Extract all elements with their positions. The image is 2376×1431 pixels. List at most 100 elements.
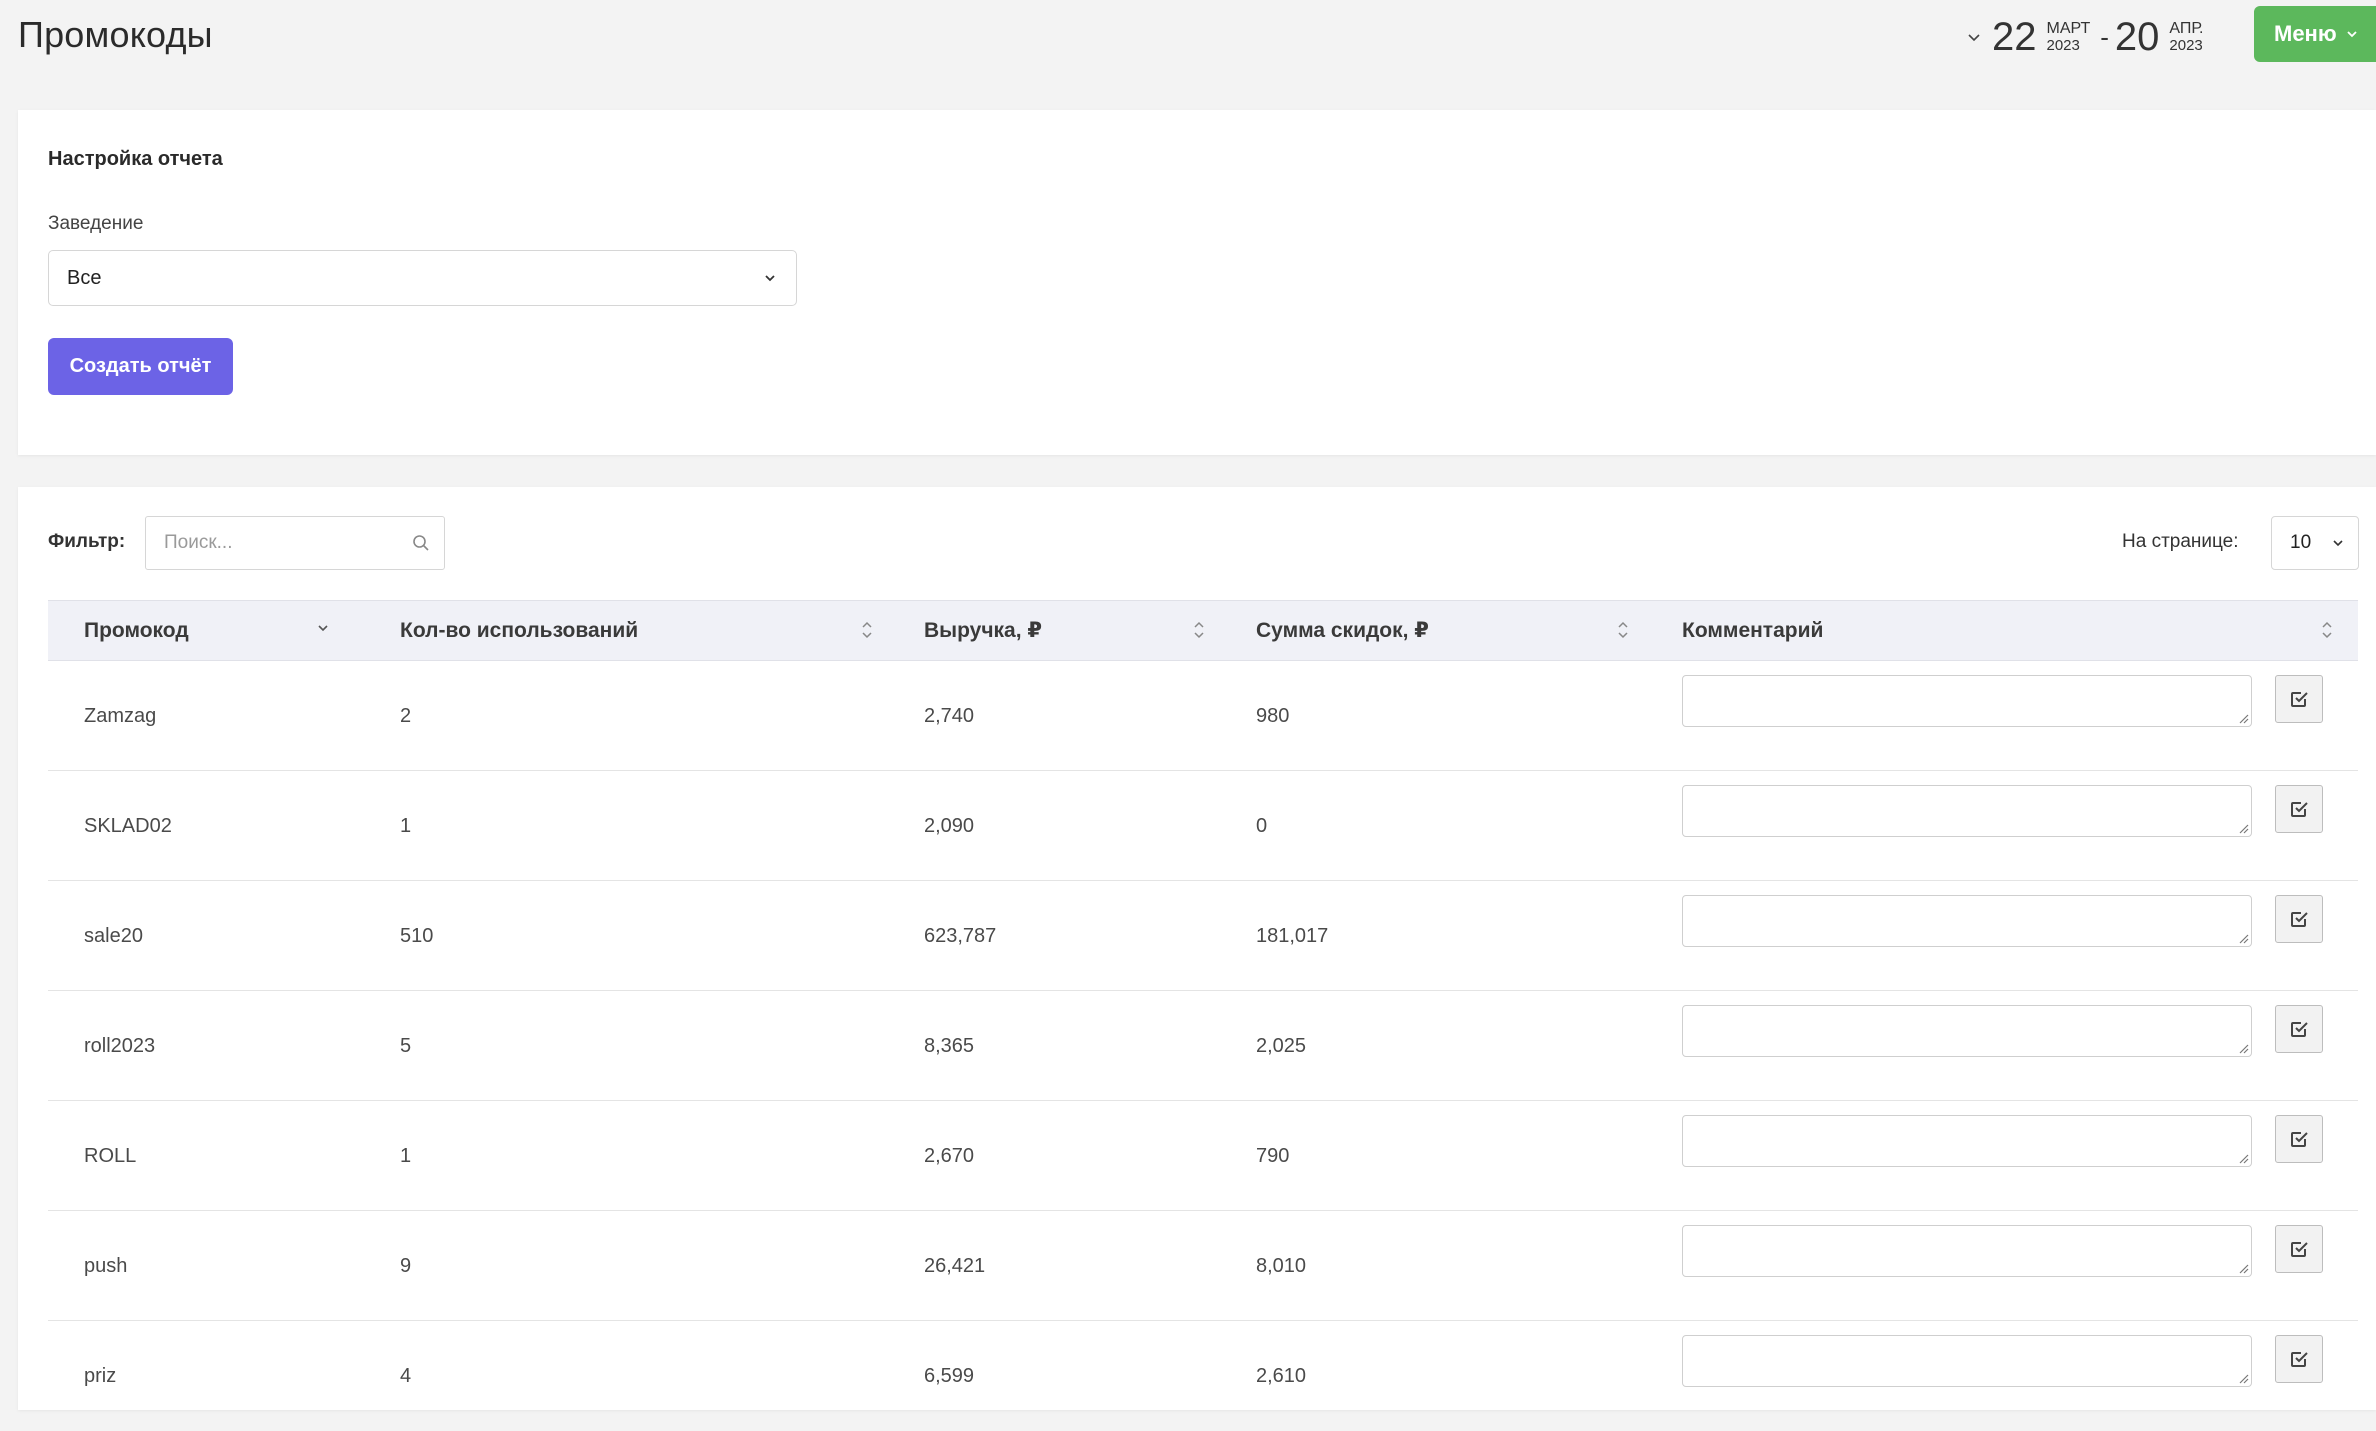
comment-textarea[interactable] (1682, 1005, 2252, 1057)
sort-icon[interactable] (1616, 619, 1630, 641)
sort-icon[interactable] (2320, 619, 2334, 641)
revenue-cell: 2,740 (924, 704, 975, 727)
discounts-cell: 790 (1256, 1144, 1290, 1167)
revenue-cell: 26,421 (924, 1254, 986, 1277)
save-comment-button[interactable] (2275, 1115, 2323, 1163)
check-square-icon (2291, 1132, 2308, 1147)
date-separator: - (2100, 21, 2109, 52)
table-row: priz 4 6,599 2,610 (48, 1321, 2358, 1431)
search-box (145, 516, 445, 570)
resize-grip-icon[interactable] (2237, 1372, 2249, 1384)
chevron-down-icon (2333, 540, 2343, 547)
venue-label: Заведение (48, 213, 144, 234)
table-row: SKLAD02 1 2,090 0 (48, 771, 2358, 881)
search-input[interactable] (164, 532, 412, 554)
comment-textarea[interactable] (1682, 1115, 2252, 1167)
column-header-discounts[interactable]: Сумма скидок, ₽ (1256, 601, 1429, 660)
filter-label: Фильтр: (48, 531, 126, 552)
report-settings-card: Настройка отчета Заведение Все Создать о… (18, 110, 2376, 455)
uses-cell: 9 (400, 1254, 412, 1277)
chevron-down-icon (2347, 31, 2357, 38)
save-comment-button[interactable] (2275, 675, 2323, 723)
uses-cell: 1 (400, 1144, 412, 1167)
venue-select-value: Все (67, 266, 102, 289)
revenue-cell: 6,599 (924, 1364, 975, 1387)
table-row: ROLL 1 2,670 790 (48, 1101, 2358, 1211)
resize-grip-icon[interactable] (2237, 1042, 2249, 1054)
table-row: Zamzag 2 2,740 980 (48, 661, 2358, 771)
discounts-cell: 0 (1256, 814, 1268, 837)
discounts-cell: 8,010 (1256, 1254, 1307, 1277)
resize-grip-icon[interactable] (2237, 712, 2249, 724)
check-square-icon (2291, 912, 2308, 927)
table-row: sale20 510 623,787 181,017 (48, 881, 2358, 991)
revenue-cell: 623,787 (924, 924, 997, 947)
search-icon[interactable] (412, 534, 430, 552)
promocodes-table-card: Фильтр: На странице: 10 Промокод Кол-во … (18, 487, 2376, 1410)
promocode-cell: priz (84, 1364, 117, 1387)
resize-grip-icon[interactable] (2237, 1152, 2249, 1164)
promocode-cell: Zamzag (84, 704, 157, 727)
promocode-cell: roll2023 (84, 1034, 156, 1057)
sort-desc-icon[interactable] (316, 621, 330, 635)
promocode-cell: sale20 (84, 924, 143, 947)
date-from-meta: МАРТ 2023 (2046, 19, 2091, 54)
comment-textarea[interactable] (1682, 675, 2252, 727)
table-row: push 9 26,421 8,010 (48, 1211, 2358, 1321)
per-page-label: На странице: (2122, 531, 2239, 552)
column-header-comment[interactable]: Комментарий (1682, 601, 1823, 660)
discounts-cell: 181,017 (1256, 924, 1329, 947)
comment-textarea[interactable] (1682, 895, 2252, 947)
column-header-uses[interactable]: Кол-во использований (400, 601, 638, 660)
save-comment-button[interactable] (2275, 1225, 2323, 1273)
column-header-revenue[interactable]: Выручка, ₽ (924, 601, 1042, 660)
menu-button-label: Меню (2274, 21, 2337, 46)
date-from-year: 2023 (2046, 36, 2080, 54)
uses-cell: 5 (400, 1034, 412, 1057)
top-bar: Промокоды 22 МАРТ 2023 - 20 АПР. 2023 Ме… (0, 0, 2376, 100)
check-square-icon (2291, 1352, 2308, 1367)
date-to-meta: АПР. 2023 (2169, 20, 2203, 54)
resize-grip-icon[interactable] (2237, 1262, 2249, 1274)
save-comment-button[interactable] (2275, 785, 2323, 833)
menu-button[interactable]: Меню (2254, 6, 2376, 62)
date-range-picker[interactable]: 22 МАРТ 2023 - 20 АПР. 2023 (1966, 10, 2204, 64)
per-page-value: 10 (2290, 532, 2312, 553)
venue-select[interactable]: Все (48, 250, 797, 306)
check-square-icon (2291, 692, 2308, 707)
date-from-month: МАРТ (2046, 19, 2091, 37)
check-square-icon (2291, 1022, 2308, 1037)
uses-cell: 2 (400, 704, 412, 727)
page-title: Промокоды (18, 14, 213, 55)
per-page-select[interactable]: 10 (2271, 516, 2359, 570)
date-to-day: 20 (2114, 15, 2160, 59)
uses-cell: 510 (400, 924, 434, 947)
save-comment-button[interactable] (2275, 895, 2323, 943)
sort-icon[interactable] (1192, 619, 1206, 641)
column-header-promocode[interactable]: Промокод (84, 601, 189, 660)
sort-icon[interactable] (860, 619, 874, 641)
chevron-down-icon (1968, 34, 1980, 42)
resize-grip-icon[interactable] (2237, 822, 2249, 834)
chevron-down-icon (765, 275, 775, 282)
comment-textarea[interactable] (1682, 1335, 2252, 1387)
create-report-button[interactable]: Создать отчёт (48, 338, 233, 395)
discounts-cell: 2,025 (1256, 1034, 1307, 1057)
date-from-day: 22 (1992, 15, 2037, 59)
table-row: roll2023 5 8,365 2,025 (48, 991, 2358, 1101)
comment-textarea[interactable] (1682, 1225, 2252, 1277)
check-square-icon (2291, 802, 2308, 817)
check-square-icon (2291, 1242, 2308, 1257)
resize-grip-icon[interactable] (2237, 932, 2249, 944)
discounts-cell: 2,610 (1256, 1364, 1307, 1387)
revenue-cell: 2,090 (924, 814, 975, 837)
uses-cell: 4 (400, 1364, 412, 1387)
table-header: Промокод Кол-во использований Выручка, ₽… (48, 600, 2358, 661)
discounts-cell: 980 (1256, 704, 1290, 727)
save-comment-button[interactable] (2275, 1005, 2323, 1053)
promocode-cell: push (84, 1254, 128, 1277)
date-to-year: 2023 (2169, 36, 2203, 54)
save-comment-button[interactable] (2275, 1335, 2323, 1383)
settings-title: Настройка отчета (48, 148, 223, 170)
comment-textarea[interactable] (1682, 785, 2252, 837)
